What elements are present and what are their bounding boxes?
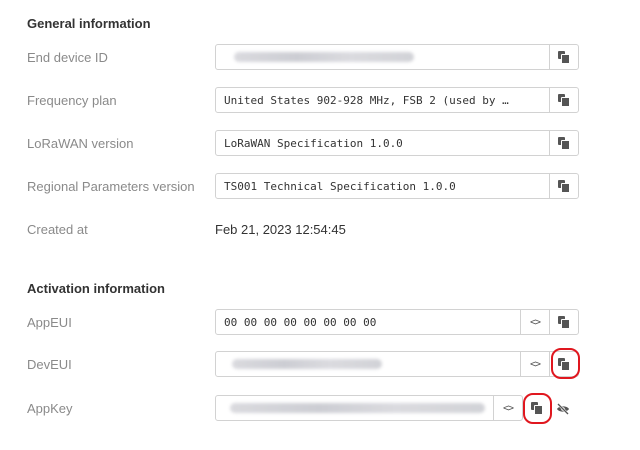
deveui-byte-order-toggle[interactable]: <> [520, 352, 549, 376]
frequency-plan-value: United States 902-928 MHz, FSB 2 (used b… [224, 93, 509, 107]
lorawan-version-label: LoRaWAN version [27, 136, 134, 151]
created-at-label: Created at [27, 222, 88, 237]
frequency-plan-field: United States 902-928 MHz, FSB 2 (used b… [215, 87, 579, 113]
copy-icon [558, 180, 570, 193]
regional-parameters-label: Regional Parameters version [27, 179, 195, 194]
end-device-id-redacted [234, 52, 414, 62]
deveui-copy-button[interactable] [549, 352, 578, 376]
appkey-field: <> [215, 395, 523, 421]
regional-parameters-value: TS001 Technical Specification 1.0.0 [224, 179, 456, 193]
copy-icon [558, 137, 570, 150]
code-toggle-icon: <> [502, 402, 514, 414]
deveui-redacted [232, 359, 382, 369]
general-information-heading: General information [27, 16, 151, 31]
end-device-id-value [216, 45, 549, 69]
activation-information-heading: Activation information [27, 281, 165, 296]
frequency-plan-label: Frequency plan [27, 93, 117, 108]
appeui-label: AppEUI [27, 315, 72, 330]
lorawan-version-field: LoRaWAN Specification 1.0.0 [215, 130, 579, 156]
appkey-redacted [230, 403, 485, 413]
deveui-value [216, 352, 520, 376]
eye-slash-icon [556, 403, 570, 415]
deveui-field: <> [215, 351, 579, 377]
appkey-copy-button[interactable] [524, 395, 550, 421]
appkey-label: AppKey [27, 401, 73, 416]
created-at-value: Feb 21, 2023 12:54:45 [215, 222, 346, 237]
appeui-value: 00 00 00 00 00 00 00 00 [224, 315, 377, 329]
copy-icon [558, 358, 570, 371]
lorawan-version-value: LoRaWAN Specification 1.0.0 [224, 136, 403, 150]
end-device-id-field [215, 44, 579, 70]
code-toggle-icon: <> [529, 358, 541, 370]
appkey-visibility-toggle[interactable] [550, 395, 576, 421]
appkey-byte-order-toggle[interactable]: <> [493, 396, 522, 420]
end-device-id-label: End device ID [27, 50, 108, 65]
appeui-copy-button[interactable] [549, 310, 578, 334]
appeui-field: 00 00 00 00 00 00 00 00 <> [215, 309, 579, 335]
copy-icon [558, 51, 570, 64]
end-device-id-copy-button[interactable] [549, 45, 578, 69]
lorawan-version-copy-button[interactable] [549, 131, 578, 155]
code-toggle-icon: <> [529, 316, 541, 328]
regional-parameters-field: TS001 Technical Specification 1.0.0 [215, 173, 579, 199]
copy-icon [531, 402, 543, 415]
deveui-label: DevEUI [27, 357, 72, 372]
frequency-plan-copy-button[interactable] [549, 88, 578, 112]
copy-icon [558, 316, 570, 329]
appeui-byte-order-toggle[interactable]: <> [520, 310, 549, 334]
appkey-value [216, 396, 493, 420]
copy-icon [558, 94, 570, 107]
regional-parameters-copy-button[interactable] [549, 174, 578, 198]
